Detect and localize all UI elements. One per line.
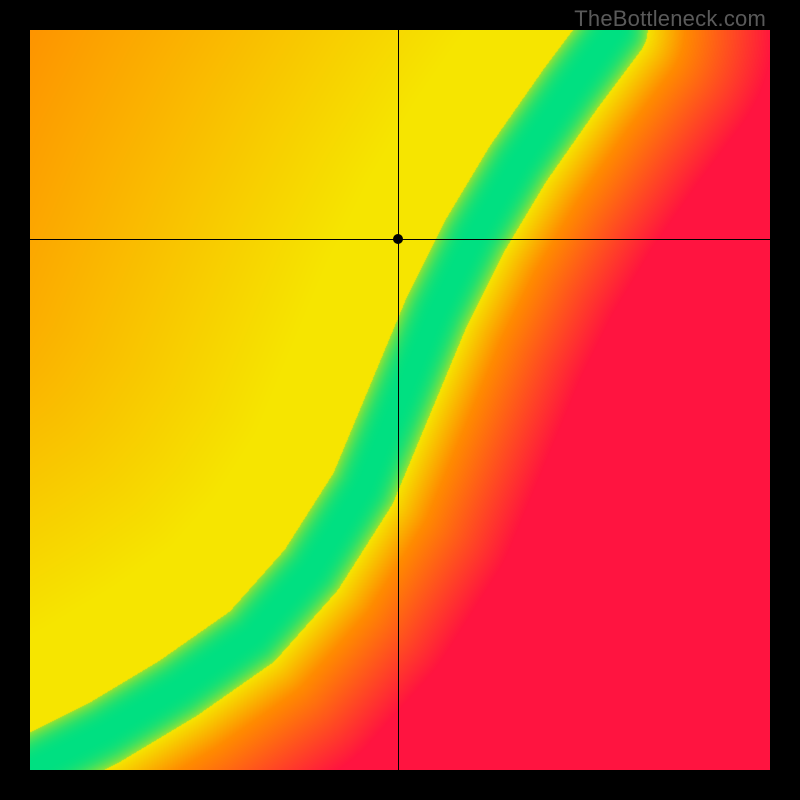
watermark-label: TheBottleneck.com bbox=[574, 6, 766, 32]
crosshair-vertical bbox=[398, 30, 399, 770]
marker-dot bbox=[393, 234, 403, 244]
heatmap-canvas bbox=[30, 30, 770, 770]
plot-area bbox=[30, 30, 770, 770]
chart-frame: TheBottleneck.com bbox=[0, 0, 800, 800]
